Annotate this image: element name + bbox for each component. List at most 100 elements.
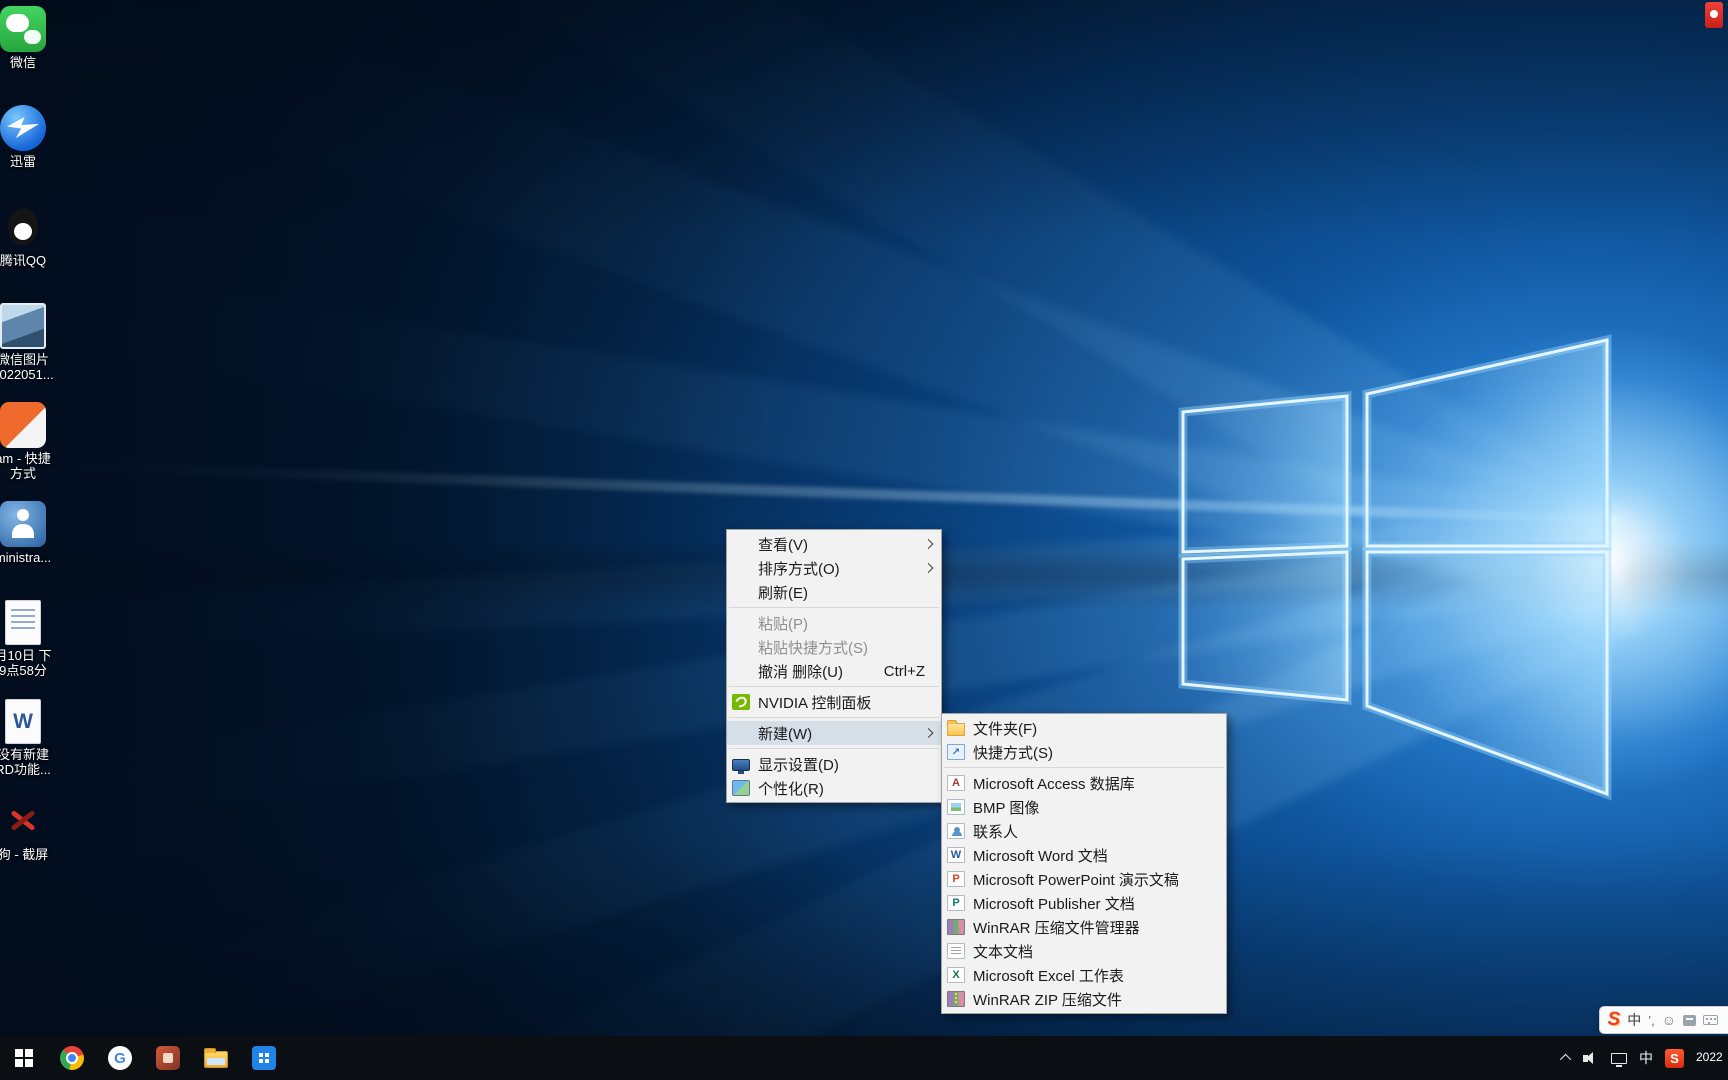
- taskbar-store[interactable]: [240, 1036, 288, 1080]
- menu-item-paste[interactable]: 粘贴(P): [727, 611, 941, 635]
- shortcut-icon: [947, 744, 965, 760]
- sogou-language-bar: S 中 ’, ☺: [1598, 1006, 1728, 1034]
- submenu-item-shortcut[interactable]: 快捷方式(S): [942, 740, 1226, 764]
- submenu-item-label: 快捷方式(S): [973, 744, 1053, 762]
- desktop-icon-word-document[interactable]: 没有新建 RD功能...: [0, 699, 66, 798]
- app-icon: [156, 1046, 180, 1070]
- desktop-context-menu: 查看(V) 排序方式(O) 刷新(E) 粘贴(P) 粘贴快捷方式(S) 撤消 删…: [726, 529, 942, 803]
- hidden-icons-chevron-icon[interactable]: [1559, 1053, 1572, 1066]
- datefile-icon: [5, 600, 41, 645]
- wordfile-icon: [5, 699, 41, 744]
- menu-item-refresh[interactable]: 刷新(E): [727, 580, 941, 604]
- desktop-icon-label: 狗 - 截屏: [0, 847, 49, 862]
- sogou-emoji-icon[interactable]: ☺: [1662, 1012, 1676, 1028]
- volume-icon[interactable]: [1583, 1051, 1599, 1065]
- sogou-punctuation-toggle[interactable]: ’,: [1648, 1013, 1655, 1028]
- sogou-keyboard-icon[interactable]: [1703, 1015, 1718, 1025]
- desktop-icon-label: 腾讯QQ: [0, 253, 47, 268]
- submenu-item-contact[interactable]: 联系人: [942, 819, 1226, 843]
- menu-item-label: 排序方式(O): [758, 560, 840, 578]
- submenu-item-label: Microsoft Access 数据库: [973, 775, 1135, 793]
- taskbar: 中 S 2022: [0, 1036, 1728, 1080]
- menu-separator: [944, 767, 1224, 768]
- desktop-icon-label: ministra...: [0, 550, 52, 565]
- nvidia-icon: [732, 694, 750, 710]
- submenu-item-label: BMP 图像: [973, 799, 1040, 817]
- submenu-item-publisher[interactable]: Microsoft Publisher 文档: [942, 891, 1226, 915]
- submenu-item-label: Microsoft Publisher 文档: [973, 895, 1135, 913]
- taskbar-clock[interactable]: 2022: [1696, 1051, 1728, 1064]
- menu-item-display-settings[interactable]: 显示设置(D): [727, 752, 941, 776]
- menu-separator: [729, 607, 939, 608]
- menu-item-view[interactable]: 查看(V): [727, 532, 941, 556]
- winrar-icon: [947, 919, 965, 935]
- menu-item-label: 刷新(E): [758, 584, 808, 602]
- personalize-icon: [732, 780, 750, 796]
- submenu-item-zip[interactable]: WinRAR ZIP 压缩文件: [942, 987, 1226, 1011]
- menu-item-label: 撤消 删除(U): [758, 663, 843, 681]
- submenu-item-bmp[interactable]: BMP 图像: [942, 795, 1226, 819]
- sogou-toolbox-icon[interactable]: [1683, 1014, 1696, 1026]
- menu-item-paste-shortcut[interactable]: 粘贴快捷方式(S): [727, 635, 941, 659]
- desktop-icon-label: 微信: [9, 55, 36, 70]
- desktop-icon-label: 月10日 下 9点58分: [0, 648, 52, 679]
- desktop-icon-wechat-image[interactable]: 微信图片 2022051...: [0, 303, 66, 402]
- xunlei-icon: [0, 105, 46, 151]
- menu-item-undo-delete[interactable]: 撤消 删除(U) Ctrl+Z: [727, 659, 941, 683]
- input-method-indicator[interactable]: 中: [1639, 1048, 1653, 1068]
- qq-icon: [0, 204, 46, 250]
- desktop-icon-label: 没有新建 RD功能...: [0, 747, 51, 778]
- sogou-tray-icon[interactable]: S: [1665, 1048, 1684, 1068]
- submenu-item-powerpoint[interactable]: Microsoft PowerPoint 演示文稿: [942, 867, 1226, 891]
- start-button[interactable]: [0, 1036, 48, 1080]
- windows-desktop: { "colors": { "taskbar_bg": "#0b0f14", "…: [0, 0, 1728, 1080]
- floating-red-icon[interactable]: [1705, 2, 1723, 28]
- zip-icon: [947, 991, 965, 1007]
- display-tray-icon[interactable]: [1611, 1052, 1627, 1067]
- menu-item-label: 粘贴(P): [758, 615, 808, 633]
- desktop-icon-qq[interactable]: 腾讯QQ: [0, 204, 66, 303]
- word-icon: [947, 847, 965, 863]
- chrome-icon: [60, 1046, 84, 1070]
- menu-separator: [729, 748, 939, 749]
- desktop-icon-list: 微信 迅雷 腾讯QQ 微信图片 2022051...: [0, 6, 66, 897]
- menu-item-label: 新建(W): [758, 725, 813, 743]
- taskbar-file-explorer[interactable]: [192, 1036, 240, 1080]
- desktop-icon-label: am - 快捷 方式: [0, 451, 51, 482]
- desktop-icon-xunlei[interactable]: 迅雷: [0, 105, 66, 204]
- submenu-item-label: WinRAR 压缩文件管理器: [973, 919, 1140, 937]
- submenu-item-label: 联系人: [973, 823, 1019, 841]
- menu-item-personalize[interactable]: 个性化(R): [727, 776, 941, 800]
- sogou-logo-icon[interactable]: S: [1608, 1009, 1621, 1031]
- submenu-item-label: WinRAR ZIP 压缩文件: [973, 991, 1122, 1009]
- bmp-icon: [947, 799, 965, 815]
- menu-item-nvidia-control-panel[interactable]: NVIDIA 控制面板: [727, 690, 941, 714]
- submenu-item-word[interactable]: Microsoft Word 文档: [942, 843, 1226, 867]
- desktop-icon-dated-document[interactable]: 月10日 下 9点58分: [0, 600, 66, 699]
- submenu-item-folder[interactable]: 文件夹(F): [942, 716, 1226, 740]
- desktop-icon-am-shortcut[interactable]: am - 快捷 方式: [0, 402, 66, 501]
- store-icon: [252, 1046, 276, 1070]
- submenu-item-text[interactable]: 文本文档: [942, 939, 1226, 963]
- desktop-icon-sogou-screenshot[interactable]: 狗 - 截屏: [0, 798, 66, 897]
- desktop-icon-wechat[interactable]: 微信: [0, 6, 66, 105]
- start-icon: [12, 1046, 36, 1070]
- menu-separator: [729, 717, 939, 718]
- taskbar-g-browser[interactable]: [96, 1036, 144, 1080]
- system-tray: 中 S 2022: [1559, 1036, 1728, 1080]
- g-icon: [108, 1046, 132, 1070]
- submenu-item-winrar[interactable]: WinRAR 压缩文件管理器: [942, 915, 1226, 939]
- desktop-icon-administrator[interactable]: ministra...: [0, 501, 66, 600]
- taskbar-chrome[interactable]: [48, 1036, 96, 1080]
- admin-icon: [0, 501, 46, 547]
- sogou-mode-toggle[interactable]: 中: [1627, 1010, 1641, 1030]
- submenu-item-access[interactable]: Microsoft Access 数据库: [942, 771, 1226, 795]
- taskbar-app[interactable]: [144, 1036, 192, 1080]
- taskbar-app-list: [0, 1036, 288, 1080]
- desktop-icon-label: 微信图片 2022051...: [0, 352, 54, 383]
- access-icon: [947, 775, 965, 791]
- menu-item-label: 粘贴快捷方式(S): [758, 639, 868, 657]
- menu-item-new[interactable]: 新建(W): [727, 721, 941, 745]
- submenu-item-excel[interactable]: Microsoft Excel 工作表: [942, 963, 1226, 987]
- menu-item-sort-by[interactable]: 排序方式(O): [727, 556, 941, 580]
